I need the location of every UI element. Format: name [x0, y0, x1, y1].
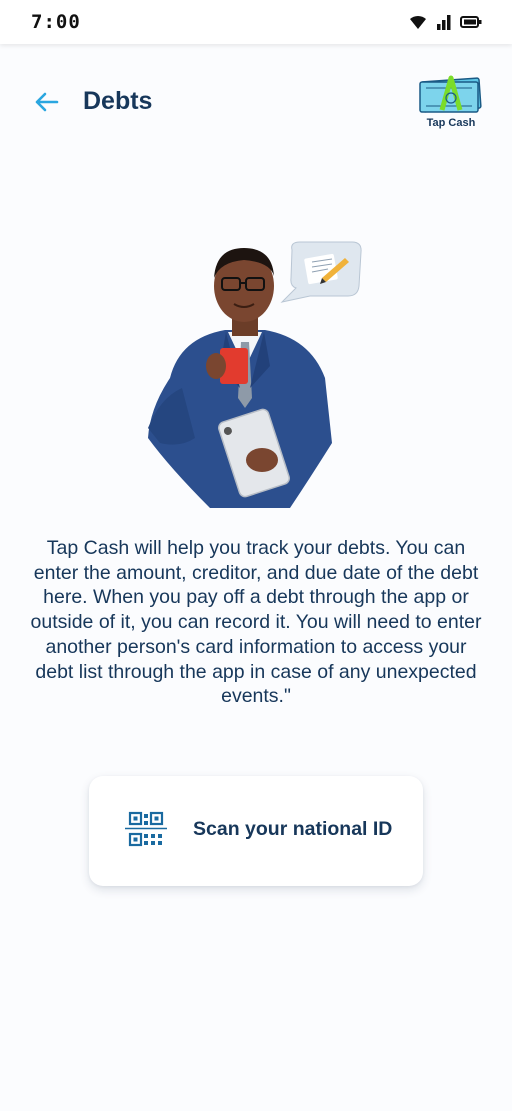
scan-national-id-label: Scan your national ID [193, 818, 393, 840]
page-title: Debts [83, 87, 153, 115]
battery-icon [460, 16, 482, 28]
logo-text: Tap Cash [426, 117, 476, 129]
back-button[interactable] [32, 88, 60, 116]
arrow-left-icon [35, 92, 59, 112]
signal-icon [437, 15, 451, 30]
speech-bubble-icon [280, 241, 362, 303]
cash-logo-icon [419, 75, 482, 113]
qr-code-icon [125, 811, 167, 847]
businessman-illustration [140, 238, 370, 510]
header: Debts Tap Cash [0, 70, 512, 134]
scan-national-id-button[interactable]: Scan your national ID [89, 776, 423, 886]
debt-description: Tap Cash will help you track your debts.… [30, 537, 482, 708]
wifi-icon [410, 15, 426, 29]
status-bar: 7:00 [0, 0, 512, 44]
status-icons [408, 14, 482, 30]
status-time: 7:00 [31, 11, 81, 33]
tap-cash-logo: Tap Cash [418, 74, 484, 134]
